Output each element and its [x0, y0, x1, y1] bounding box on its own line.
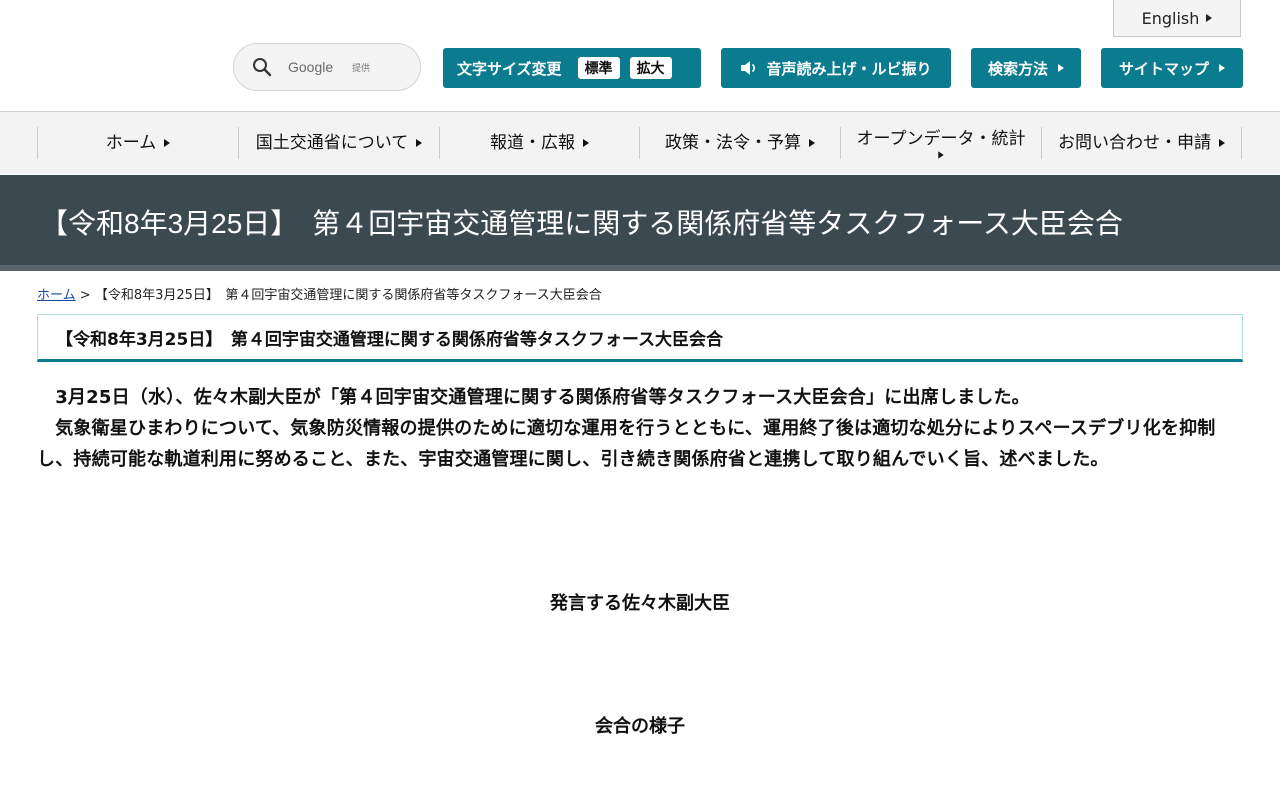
title-band: 【令和8年3月25日】 第４回宇宙交通管理に関する関係府省等タスクフォース大臣会… [0, 175, 1280, 271]
article-paragraph: 気象衛星ひまわりについて、気象防災情報の提供のために適切な運用を行うとともに、運… [37, 418, 1216, 470]
english-label: English [1141, 8, 1200, 28]
site-header: English 提供 文字サイズ変更 標準 拡大 音声読み上げ・ルビ振り 検索方… [0, 0, 1280, 112]
nav-item-label: 国土交通省について [255, 133, 409, 153]
search-box[interactable]: 提供 [233, 43, 421, 91]
search-provider-label: 提供 [352, 63, 371, 74]
search-icon [252, 57, 272, 77]
nav-item-label: 政策・法令・予算 [665, 133, 801, 153]
search-method-button[interactable]: 検索方法 [971, 48, 1081, 88]
nav-item-policy[interactable]: 政策・法令・予算 [639, 127, 840, 159]
search-input[interactable] [286, 58, 400, 76]
triangle-right-icon [1219, 64, 1225, 72]
triangle-right-icon [809, 139, 815, 147]
global-nav: ホーム 国土交通省について 報道・広報 政策・法令・予算 オープンデータ・統計 … [0, 112, 1280, 174]
photo-caption: 発言する佐々木副大臣 [550, 593, 730, 614]
breadcrumb: ホーム > 【令和8年3月25日】 第４回宇宙交通管理に関する関係府省等タスクフ… [37, 284, 602, 303]
font-size-label: 文字サイズ変更 [457, 59, 562, 78]
content-heading: 【令和8年3月25日】 第４回宇宙交通管理に関する関係府省等タスクフォース大臣会… [37, 314, 1243, 362]
nav-item-label: オープンデータ・統計 [856, 129, 1026, 149]
triangle-right-icon [1219, 139, 1225, 147]
breadcrumb-home-link[interactable]: ホーム [37, 288, 76, 303]
nav-item-about[interactable]: 国土交通省について [238, 127, 439, 159]
triangle-right-icon [1206, 14, 1213, 22]
triangle-right-icon [164, 139, 171, 147]
nav-item-press[interactable]: 報道・広報 [439, 127, 639, 159]
nav-item-home[interactable]: ホーム [37, 127, 238, 159]
breadcrumb-separator: > [79, 288, 91, 303]
sitemap-button[interactable]: サイトマップ [1101, 48, 1243, 88]
search-method-label: 検索方法 [987, 59, 1048, 78]
speaker-icon [740, 60, 758, 76]
article-paragraph: 3月25日（水）、佐々木副大臣が「第４回宇宙交通管理に関する関係府省等タスクフォ… [37, 387, 1030, 408]
voice-ruby-button[interactable]: 音声読み上げ・ルビ振り [721, 48, 951, 88]
sitemap-label: サイトマップ [1118, 59, 1209, 78]
font-size-standard-button[interactable]: 標準 [577, 57, 620, 79]
nav-item-label: 報道・広報 [490, 133, 575, 153]
english-link[interactable]: English [1113, 0, 1241, 37]
triangle-right-icon [416, 139, 423, 147]
triangle-right-icon [938, 151, 944, 159]
font-size-large-button[interactable]: 拡大 [629, 57, 672, 79]
page-title: 【令和8年3月25日】 第４回宇宙交通管理に関する関係府省等タスクフォース大臣会… [40, 208, 1123, 239]
triangle-right-icon [583, 139, 589, 147]
font-size-control: 文字サイズ変更 標準 拡大 [443, 48, 701, 88]
triangle-right-icon [1058, 64, 1064, 72]
nav-item-label: お問い合わせ・申請 [1058, 133, 1211, 153]
nav-item-label: ホーム [105, 133, 157, 153]
breadcrumb-current: 【令和8年3月25日】 第４回宇宙交通管理に関する関係府省等タスクフォース大臣会… [94, 288, 602, 303]
photo-caption: 会合の様子 [595, 716, 685, 737]
voice-ruby-label: 音声読み上げ・ルビ振り [766, 59, 932, 78]
nav-item-opendata[interactable]: オープンデータ・統計 [840, 127, 1041, 159]
nav-item-contact[interactable]: お問い合わせ・申請 [1041, 127, 1242, 159]
article-body: 3月25日（水）、佐々木副大臣が「第４回宇宙交通管理に関する関係府省等タスクフォ… [37, 382, 1232, 475]
